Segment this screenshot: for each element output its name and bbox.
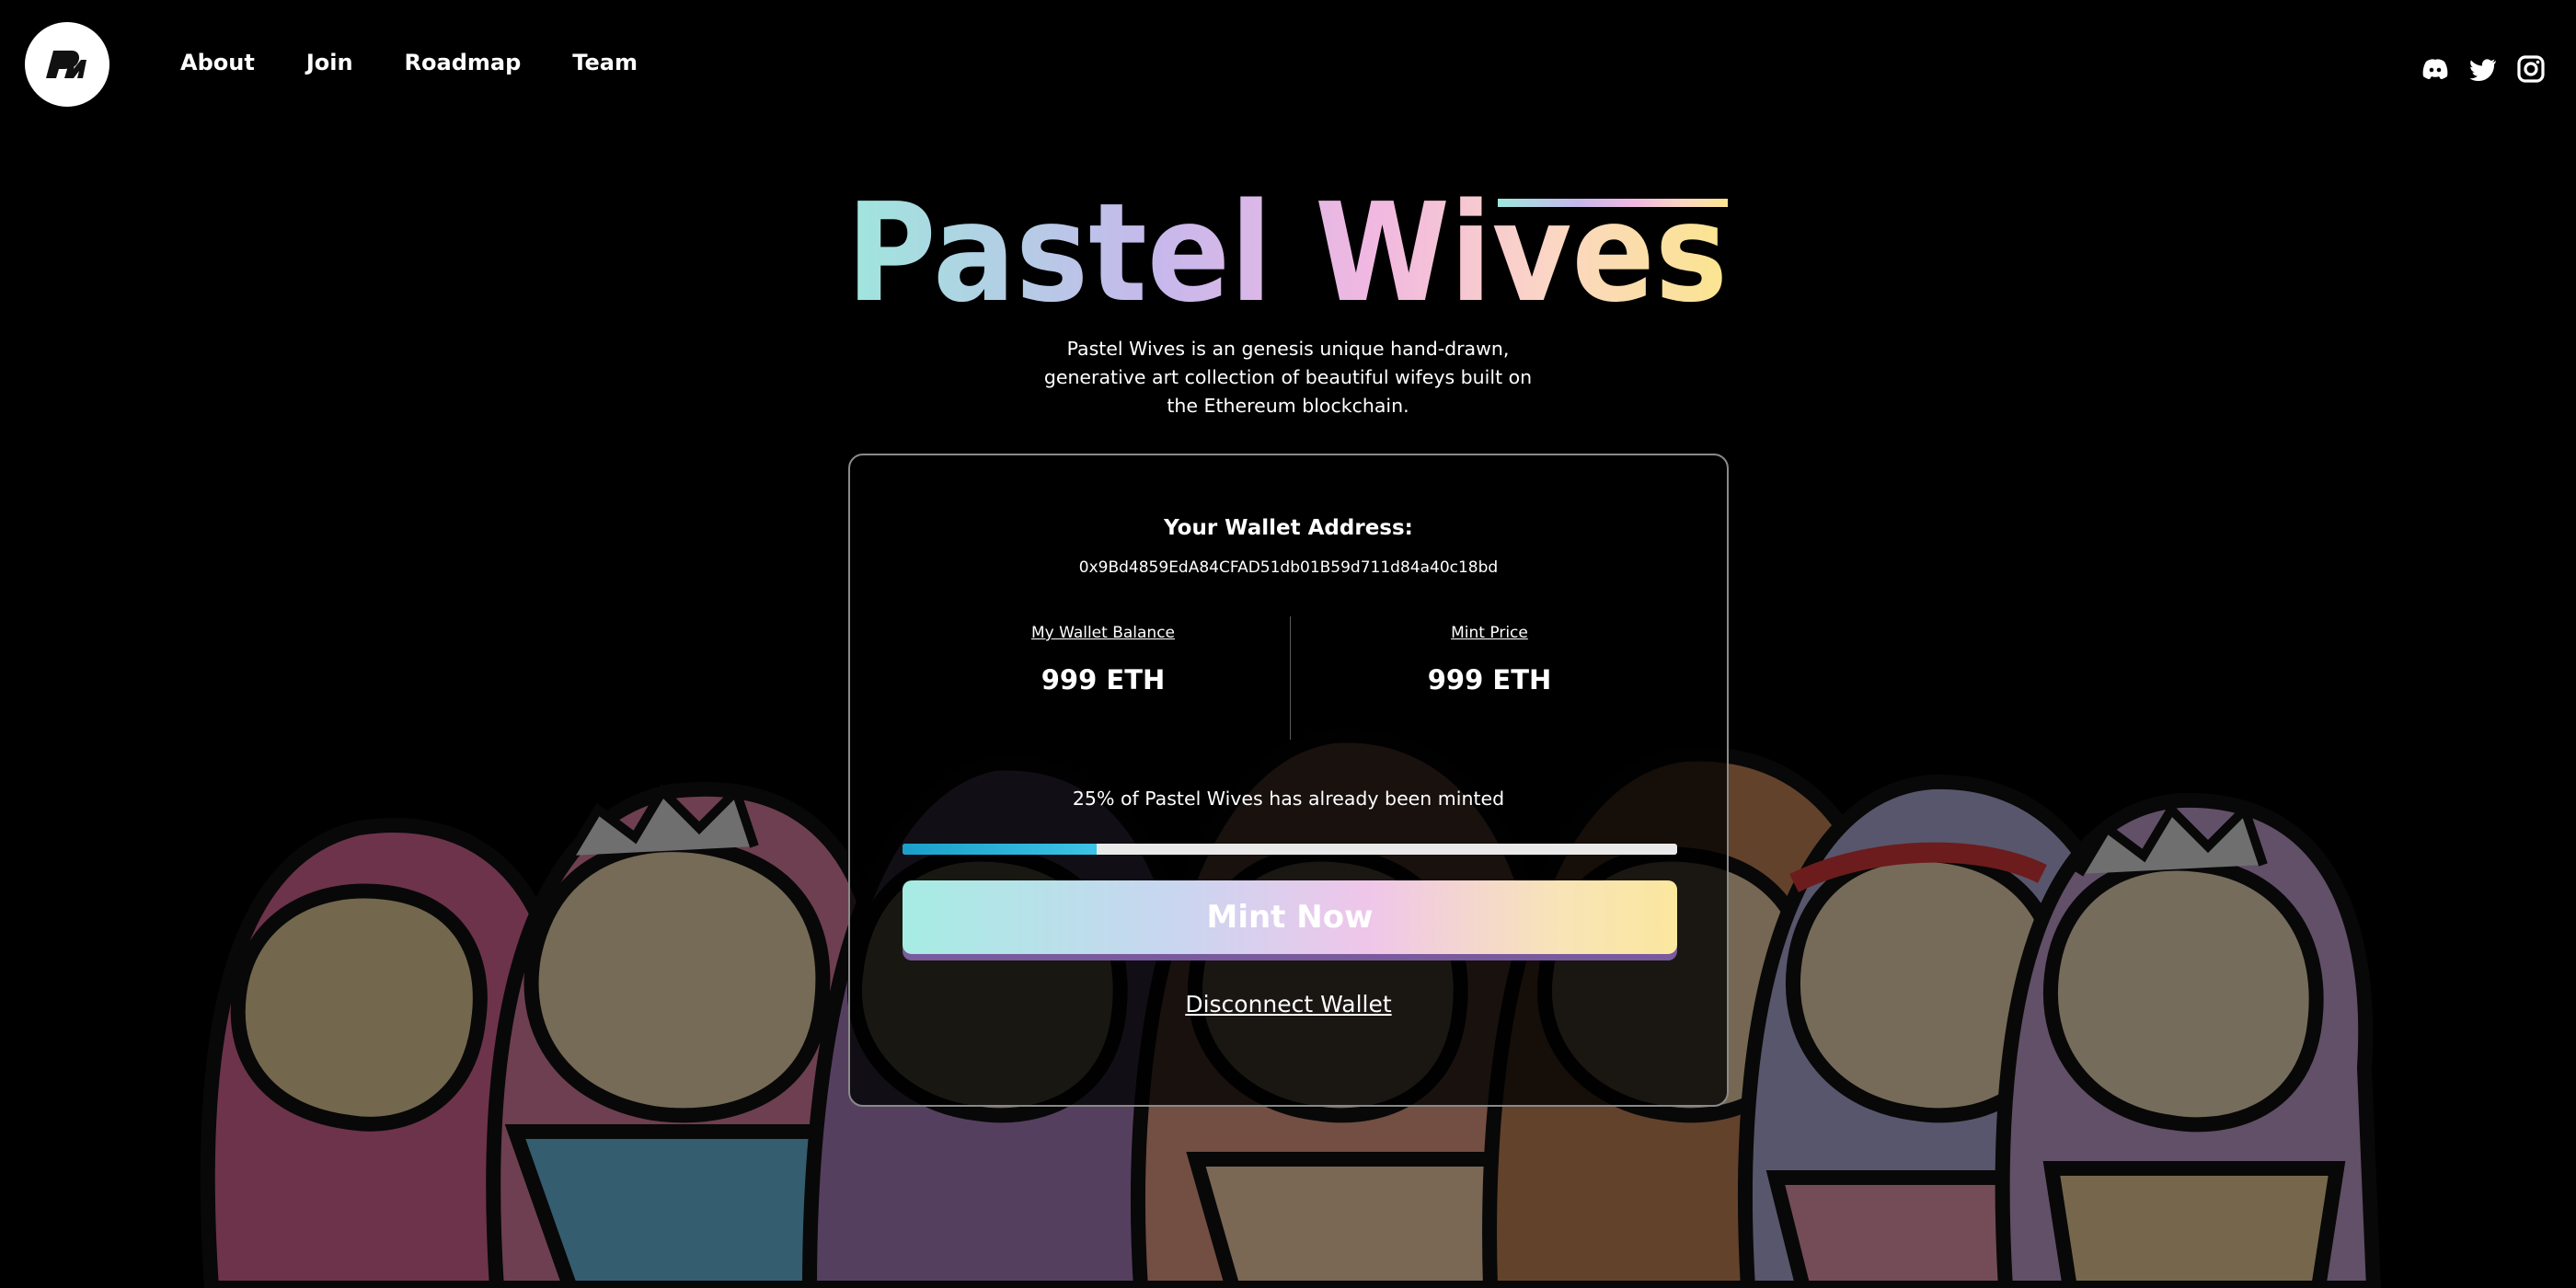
mint-card: Your Wallet Address: 0x9Bd4859EdA84CFAD5… bbox=[848, 454, 1729, 1107]
nav-team[interactable]: Team bbox=[572, 50, 638, 75]
stats-divider bbox=[1290, 616, 1291, 740]
nav-roadmap[interactable]: Roadmap bbox=[405, 50, 522, 75]
nav-about[interactable]: About bbox=[180, 50, 255, 75]
hero-title-graphic: Pastel Wives bbox=[846, 180, 1728, 318]
social-links bbox=[2420, 53, 2547, 85]
nav-join[interactable]: Join bbox=[306, 50, 353, 75]
instagram-icon[interactable] bbox=[2515, 53, 2547, 85]
mint-price-value: 999 ETH bbox=[1427, 664, 1552, 696]
hero-title-text: Pastel Wives bbox=[846, 180, 1728, 318]
minted-status: 25% of Pastel Wives has already been min… bbox=[1072, 788, 1505, 810]
disconnect-wallet-link[interactable]: Disconnect Wallet bbox=[850, 991, 1727, 1018]
discord-icon[interactable] bbox=[2420, 53, 2451, 85]
page: About Join Roadmap Team Pastel Wives Pas… bbox=[0, 0, 2576, 1288]
mint-progress-bar bbox=[903, 844, 1677, 855]
wallet-balance: My Wallet Balance 999 ETH bbox=[910, 624, 1296, 696]
mint-now-button[interactable]: Mint Now bbox=[903, 880, 1677, 954]
logo[interactable] bbox=[25, 22, 109, 107]
wallet-balance-label[interactable]: My Wallet Balance bbox=[910, 624, 1296, 642]
mint-price-label[interactable]: Mint Price bbox=[1296, 624, 1683, 642]
mint-progress-fill bbox=[903, 844, 1097, 855]
mint-price: Mint Price 999 ETH bbox=[1296, 624, 1683, 696]
hero-description: Pastel Wives is an genesis unique hand-d… bbox=[1043, 338, 1533, 417]
pastel-wives-logo-icon bbox=[46, 51, 86, 78]
twitter-icon[interactable] bbox=[2467, 53, 2499, 85]
wallet-address-label: Your Wallet Address: bbox=[1164, 516, 1413, 540]
main-nav: About Join Roadmap Team bbox=[180, 50, 638, 75]
wallet-balance-value: 999 ETH bbox=[1041, 664, 1166, 696]
hero-title: Pastel Wives bbox=[845, 180, 1731, 318]
wallet-address-value: 0x9Bd4859EdA84CFAD51db01B59d711d84a40c18… bbox=[1078, 558, 1499, 577]
